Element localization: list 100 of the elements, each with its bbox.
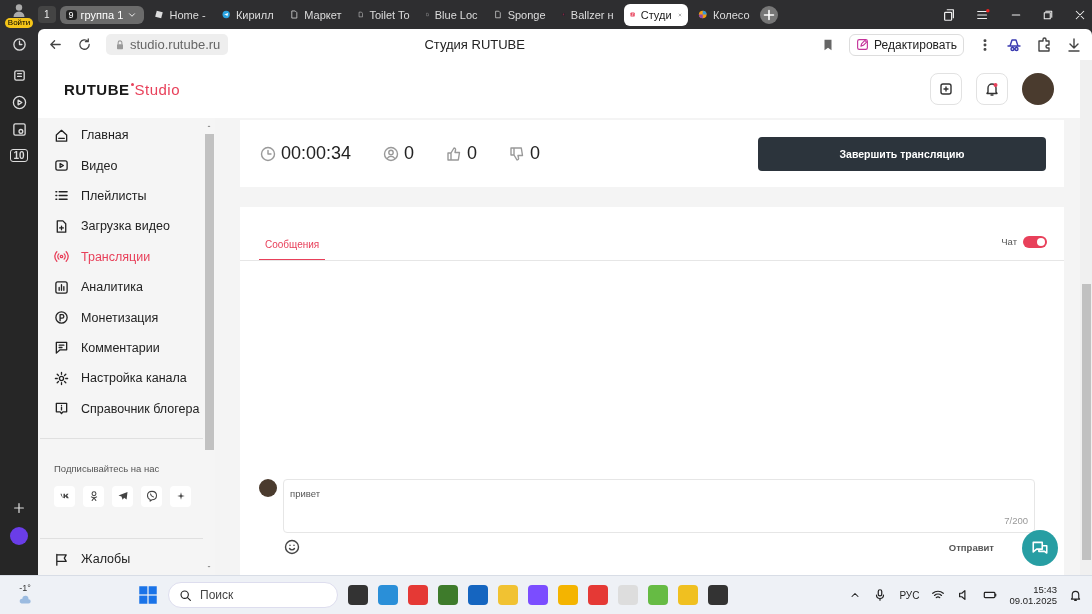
- dislike-count: 0: [530, 143, 541, 164]
- tabs-icon[interactable]: [942, 7, 956, 22]
- sign-in-label[interactable]: Войти: [4, 17, 34, 28]
- app-icon[interactable]: [528, 585, 548, 605]
- add-button[interactable]: [930, 73, 962, 105]
- restore-icon[interactable]: [1042, 8, 1054, 21]
- page-scrollbar[interactable]: [1080, 60, 1092, 575]
- comment-icon: [54, 340, 69, 356]
- tab-title: Ballzer н: [570, 8, 614, 21]
- browser-tab[interactable]: Blue Loc: [419, 3, 484, 26]
- edit-button[interactable]: Редактировать: [849, 33, 964, 56]
- tab-group-count: 9: [65, 9, 77, 20]
- plus-icon[interactable]: [12, 501, 26, 515]
- coin-icon: [54, 310, 69, 326]
- browser-tab[interactable]: Маркет: [283, 3, 348, 26]
- tab-title: Toilet To: [369, 8, 410, 21]
- tab-title: Колесо: [713, 8, 750, 21]
- broadcast-icon: [54, 249, 69, 265]
- clock-icon: [260, 145, 276, 162]
- nav-item[interactable]: Настройка канала: [54, 363, 203, 394]
- rail-badge[interactable]: 10: [10, 149, 28, 162]
- app-icon[interactable]: [348, 585, 368, 605]
- flag-icon: [54, 551, 69, 567]
- close-icon[interactable]: [1074, 8, 1086, 21]
- clock-time[interactable]: 15:43: [1033, 584, 1057, 595]
- thumbs-down-icon: [509, 145, 526, 162]
- browser-tab[interactable]: Toilet To: [351, 3, 416, 26]
- social-button[interactable]: [54, 485, 75, 507]
- avatar: [259, 479, 277, 497]
- new-tab-button[interactable]: [759, 5, 778, 24]
- back-icon[interactable]: [48, 37, 63, 52]
- windows-logo-icon[interactable]: [138, 585, 158, 605]
- chat-toggle[interactable]: [1023, 235, 1047, 248]
- user-icon: [383, 145, 400, 162]
- browser-tab[interactable]: Home -: [147, 3, 212, 26]
- complaints-link[interactable]: Жалобы: [54, 549, 203, 569]
- reload-icon[interactable]: [77, 37, 92, 52]
- temperature-label: -1°: [19, 583, 31, 593]
- edit-icon: [856, 38, 870, 51]
- profile-icon[interactable]: [11, 1, 27, 18]
- nav-item[interactable]: Видео: [54, 150, 203, 181]
- chat-tab[interactable]: Сообщения: [259, 238, 326, 260]
- nav-item[interactable]: Справочник блогера: [54, 393, 203, 424]
- smiley-icon[interactable]: [284, 539, 300, 555]
- app-icon[interactable]: [438, 585, 458, 605]
- color-wheel-icon: [697, 8, 707, 21]
- browser-tab[interactable]: Кирилл: [215, 3, 280, 26]
- download-icon[interactable]: [1066, 36, 1082, 53]
- message-field[interactable]: привет 7/200: [283, 479, 1035, 533]
- send-button[interactable]: Отправит: [948, 541, 994, 553]
- nav-item[interactable]: Монетизация: [54, 302, 203, 333]
- browser-tab[interactable]: Колесо: [691, 3, 756, 26]
- nav-item[interactable]: Аналитика: [54, 271, 203, 303]
- home-icon: [54, 127, 69, 143]
- plus-square-icon: [938, 81, 954, 97]
- end-stream-button[interactable]: Завершить трансляцию: [758, 136, 1046, 171]
- logo-dot-icon: [130, 82, 134, 86]
- viewer-count: 0: [404, 143, 415, 164]
- collections-icon[interactable]: [11, 68, 27, 83]
- social-button[interactable]: [112, 485, 133, 507]
- puzzle-icon[interactable]: [1036, 36, 1052, 53]
- menu-icon[interactable]: [976, 7, 990, 22]
- browser-tab[interactable]: Sponge: [487, 3, 552, 26]
- chat-toggle-label: Чат: [1001, 236, 1017, 247]
- bell-icon[interactable]: [1069, 588, 1082, 602]
- play-circle-icon[interactable]: [11, 95, 27, 110]
- chat-bubbles-icon: [1031, 539, 1049, 557]
- tab-group[interactable]: 9 группа 1: [59, 5, 144, 24]
- social-button[interactable]: [83, 485, 104, 507]
- taskbar-search-field[interactable]: Поиск: [168, 582, 338, 608]
- logo-suffix[interactable]: Studio: [134, 80, 181, 98]
- nav-item[interactable]: Комментарии: [54, 332, 203, 364]
- social-button[interactable]: [141, 485, 162, 507]
- logo-brand[interactable]: RUTUBE: [64, 80, 130, 98]
- paper-plane-icon: [221, 8, 230, 21]
- address-field[interactable]: studio.rutube.ru: [106, 34, 229, 55]
- nav-item[interactable]: Загрузка видео: [54, 211, 203, 242]
- history-icon[interactable]: [11, 37, 27, 52]
- language-indicator[interactable]: РУС: [899, 589, 920, 601]
- tab-counter[interactable]: 1: [38, 6, 56, 23]
- clock-date[interactable]: 09.01.2025: [1009, 595, 1057, 606]
- lock-icon: [114, 38, 126, 51]
- bell-icon: [984, 81, 1000, 97]
- app-icon[interactable]: [468, 585, 488, 605]
- browser-tab[interactable]: Ballzer н: [555, 3, 620, 26]
- alice-icon[interactable]: [10, 527, 28, 545]
- nav-item[interactable]: Плейлисты: [54, 180, 203, 212]
- screenshot-icon[interactable]: [11, 122, 27, 137]
- nav-item[interactable]: Главная: [54, 120, 203, 151]
- notifications-button[interactable]: [976, 73, 1008, 105]
- browser-tab[interactable]: Студи: [623, 3, 688, 26]
- tab-title: Маркет: [304, 8, 342, 21]
- tab-title: Кирилл: [235, 8, 274, 21]
- bar-chart-icon: [54, 279, 69, 295]
- avatar[interactable]: [1022, 73, 1054, 105]
- nav-item[interactable]: Трансляции: [54, 241, 203, 272]
- square-logo-icon: [153, 8, 164, 21]
- app-icon[interactable]: [708, 585, 728, 605]
- tab-title: Home -: [169, 8, 206, 21]
- spy-icon[interactable]: [1006, 36, 1022, 53]
